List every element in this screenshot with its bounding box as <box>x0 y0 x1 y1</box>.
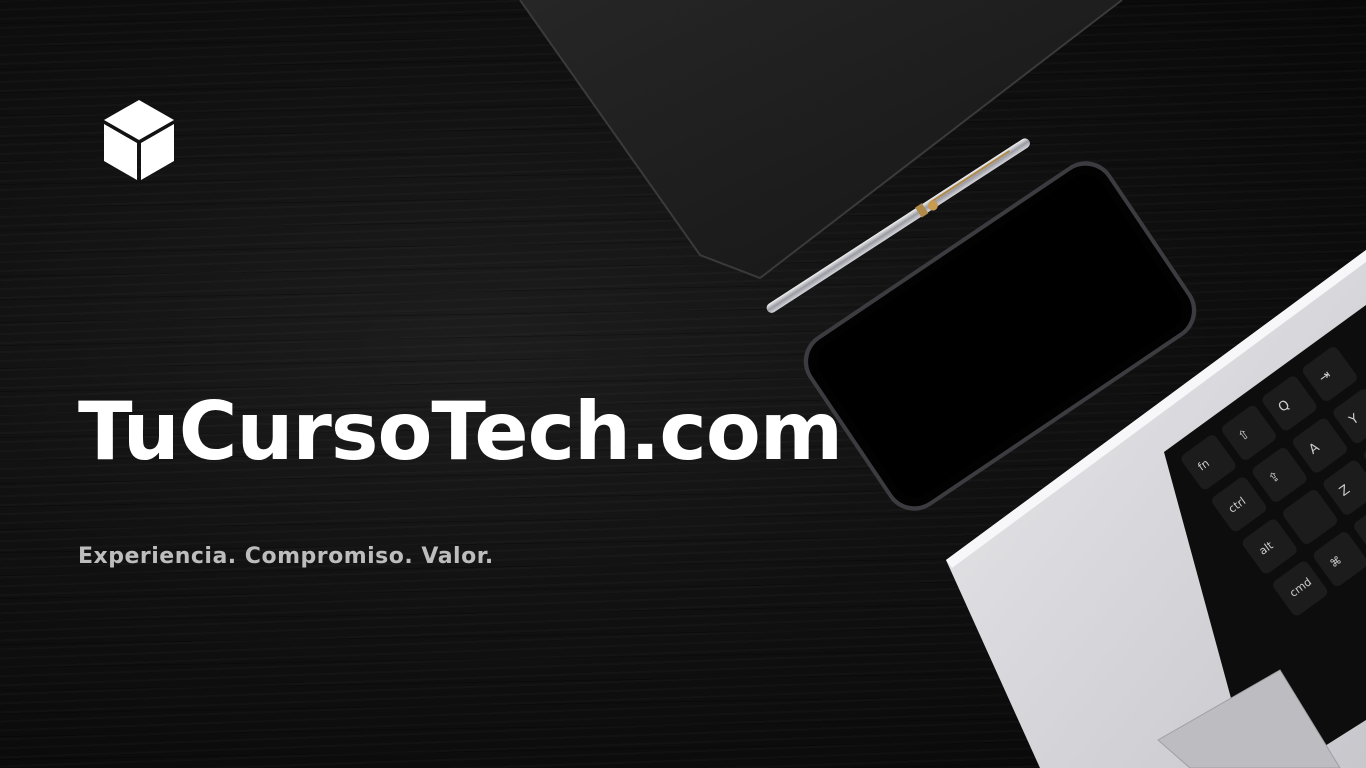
brand-title: TuCursoTech.com <box>78 385 843 478</box>
hero-banner: fn ctrl alt cmd ⌘ ⇧ ⇪ Q A Z Y X ⇥ ⎋ TuCu… <box>0 0 1366 768</box>
cube-icon <box>104 100 174 180</box>
desk-scene: fn ctrl alt cmd ⌘ ⇧ ⇪ Q A Z Y X ⇥ ⎋ <box>519 0 1366 768</box>
brand-tagline: Experiencia. Compromiso. Valor. <box>78 544 494 569</box>
